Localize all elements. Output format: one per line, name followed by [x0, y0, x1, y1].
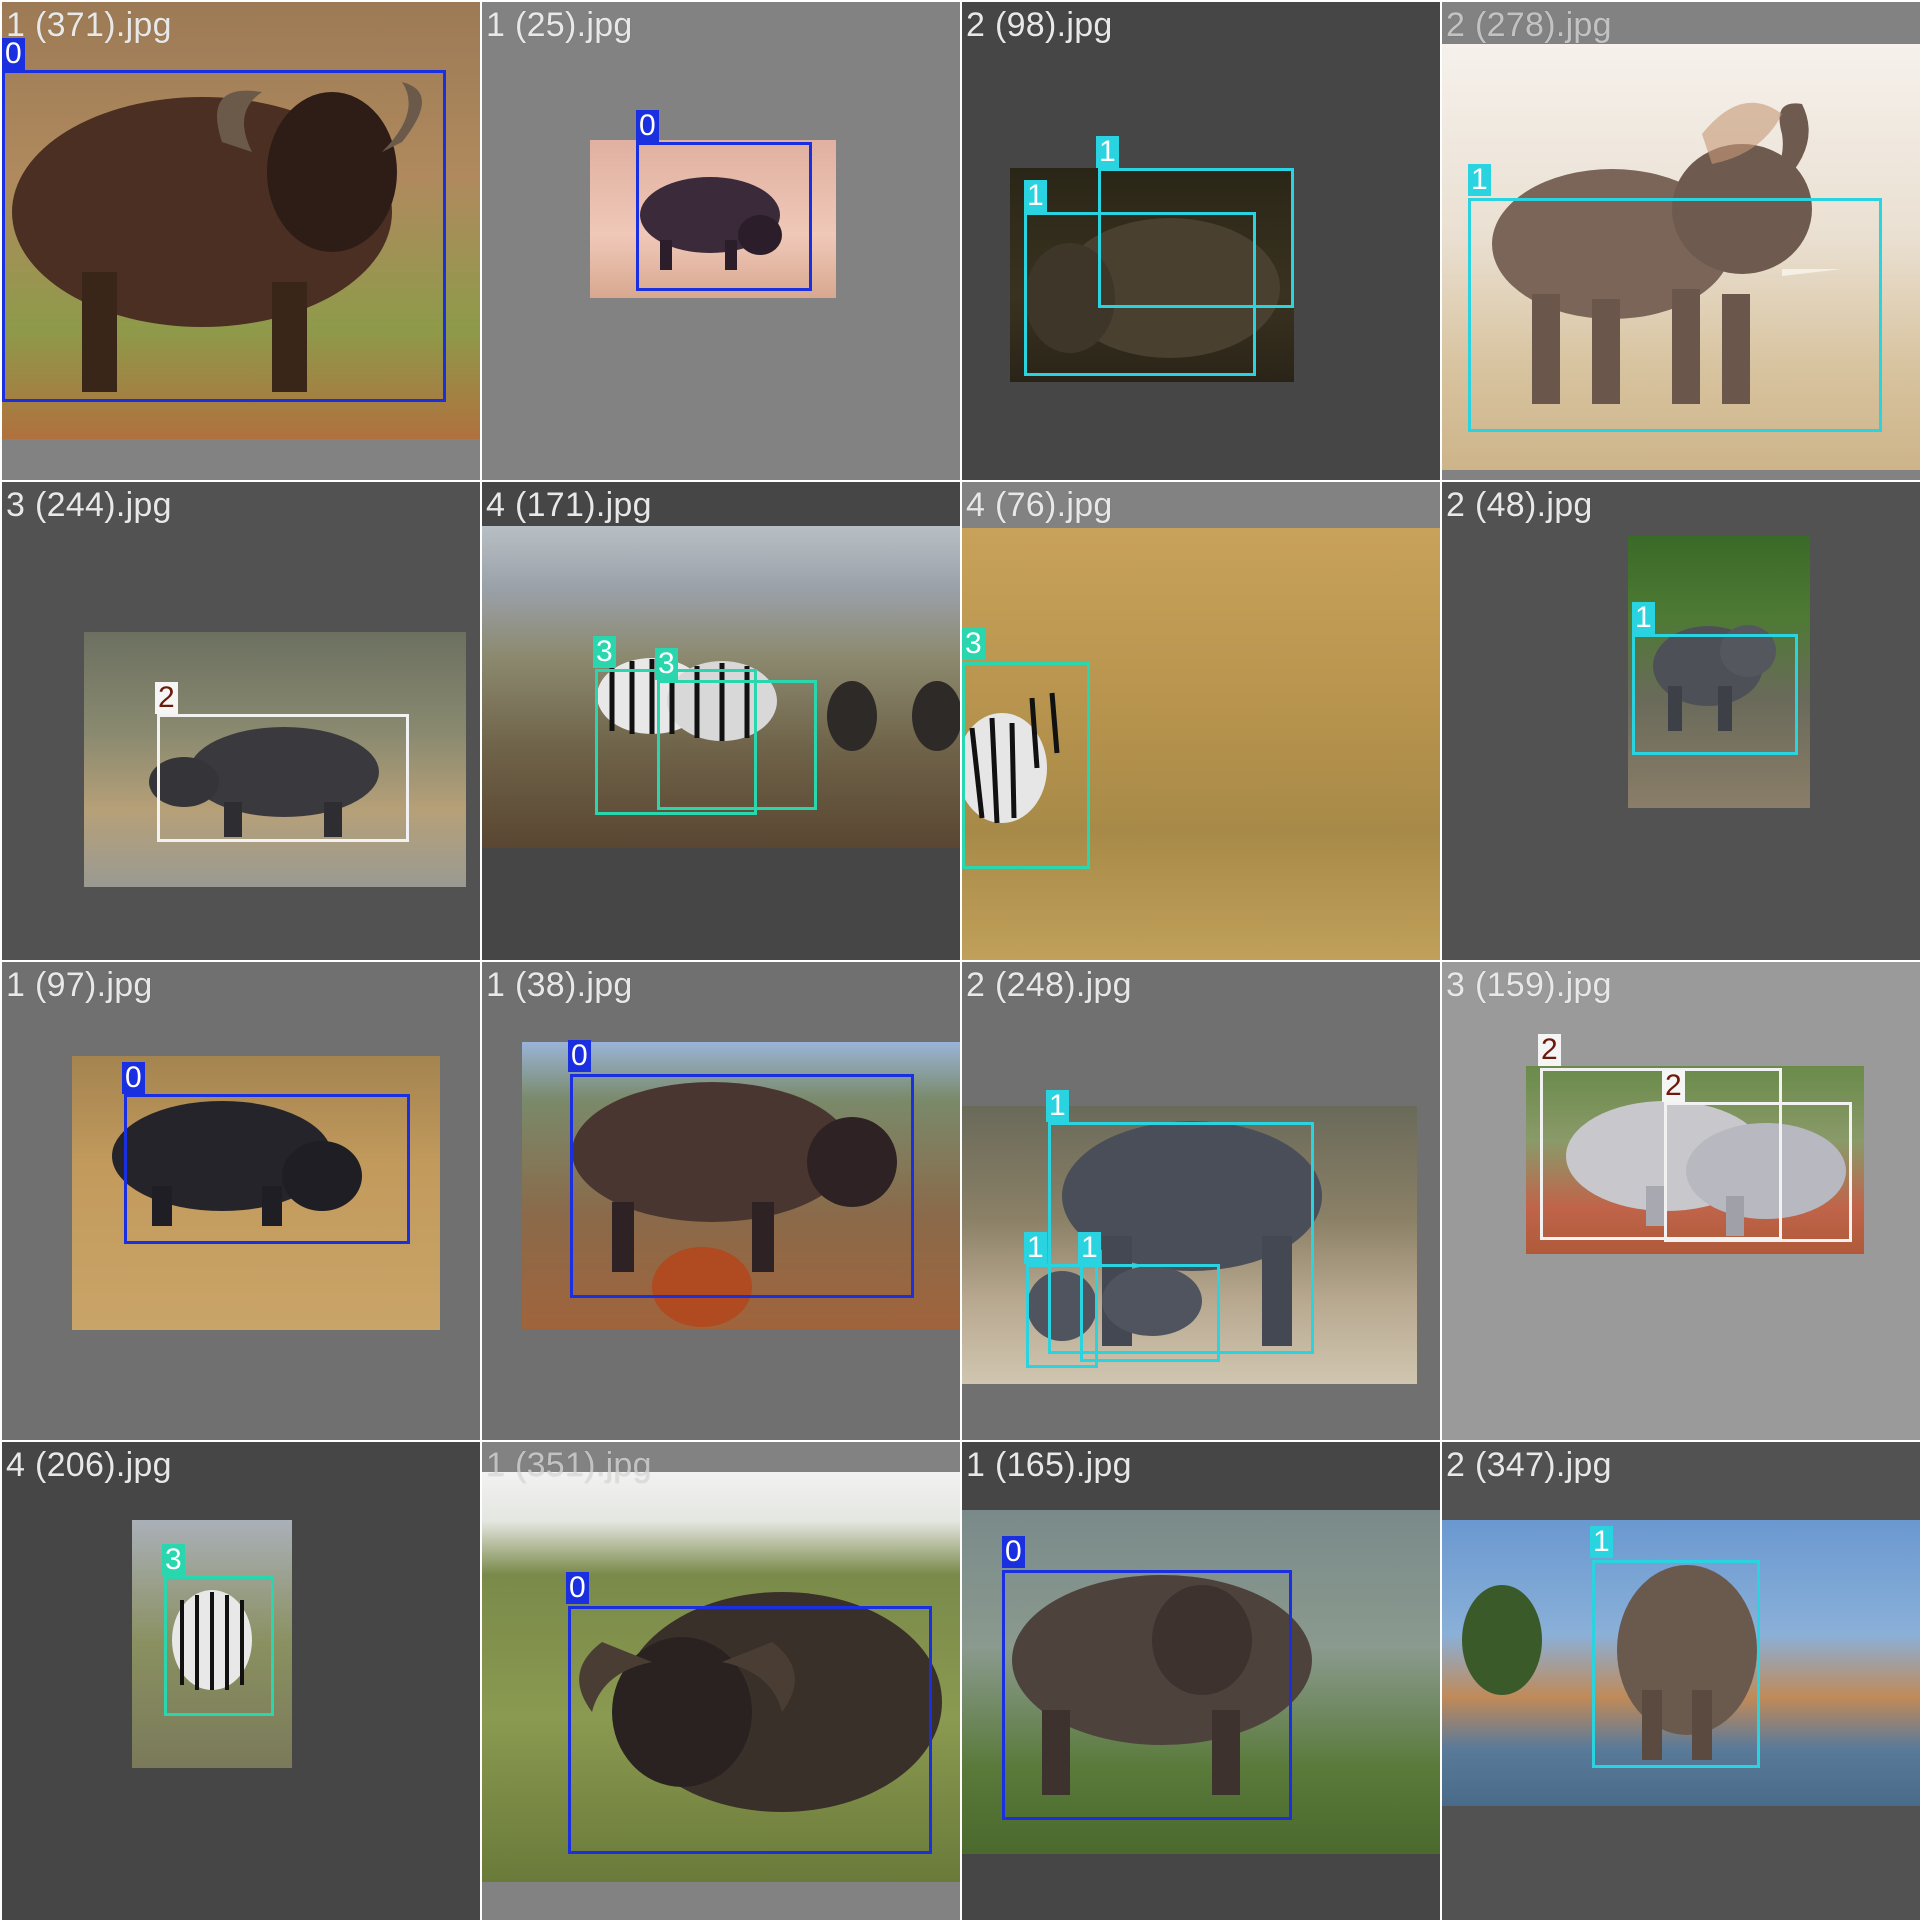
class-label: 3: [162, 1544, 185, 1576]
mosaic-tile[interactable]: 0 1 (38).jpg: [482, 962, 960, 1440]
class-label: 1: [1024, 180, 1047, 212]
class-label: 0: [566, 1572, 589, 1604]
bounding-box: [164, 1576, 274, 1716]
bounding-box: [124, 1094, 410, 1244]
class-label: 0: [122, 1062, 145, 1094]
class-label: 0: [568, 1040, 591, 1072]
bounding-box: [1468, 198, 1882, 432]
bounding-box: [570, 1074, 914, 1298]
class-label: 2: [155, 682, 178, 714]
image-filename: 2 (48).jpg: [1446, 486, 1593, 524]
bounding-box: [962, 662, 1090, 869]
image-filename: 2 (278).jpg: [1446, 6, 1612, 44]
mosaic-tile[interactable]: 1 2 (48).jpg: [1442, 482, 1920, 960]
bounding-box: [1632, 634, 1798, 755]
image-filename: 4 (206).jpg: [6, 1446, 172, 1484]
class-label: 1: [1468, 164, 1491, 196]
class-label: 2: [1538, 1034, 1561, 1066]
image-filename: 1 (38).jpg: [486, 966, 633, 1004]
bounding-box: [1024, 212, 1256, 376]
mosaic-tile[interactable]: 1 2 (347).jpg: [1442, 1442, 1920, 1920]
class-label: 1: [1632, 602, 1655, 634]
mosaic-tile[interactable]: 3 4 (206).jpg: [2, 1442, 480, 1920]
mosaic-tile[interactable]: 1 1 2 (98).jpg: [962, 2, 1440, 480]
mosaic-tile[interactable]: 3 3 4 (171).jpg: [482, 482, 960, 960]
image-filename: 1 (97).jpg: [6, 966, 153, 1004]
bounding-box: [1080, 1264, 1220, 1362]
class-label: 0: [1002, 1536, 1025, 1568]
class-label: 1: [1590, 1526, 1613, 1558]
image-filename: 2 (248).jpg: [966, 966, 1132, 1004]
bounding-box: [1664, 1102, 1852, 1242]
image-filename: 2 (347).jpg: [1446, 1446, 1612, 1484]
image-filename: 1 (371).jpg: [6, 6, 172, 44]
bounding-box: [568, 1606, 932, 1854]
mosaic-tile[interactable]: 2 2 3 (159).jpg: [1442, 962, 1920, 1440]
mosaic-tile[interactable]: 0 1 (165).jpg: [962, 1442, 1440, 1920]
mosaic-tile[interactable]: 3 4 (76).jpg: [962, 482, 1440, 960]
class-label: 3: [655, 648, 678, 680]
class-label: 3: [593, 636, 616, 668]
mosaic-tile[interactable]: 0 1 (351).jpg: [482, 1442, 960, 1920]
bounding-box: [1002, 1570, 1292, 1820]
bounding-box: [657, 680, 817, 810]
class-label: 3: [962, 628, 985, 660]
bounding-box: [2, 70, 446, 402]
image-filename: 3 (159).jpg: [1446, 966, 1612, 1004]
mosaic-tile[interactable]: 2 3 (244).jpg: [2, 482, 480, 960]
mosaic-tile[interactable]: 0 1 (97).jpg: [2, 962, 480, 1440]
class-label: 1: [1024, 1232, 1047, 1264]
class-label: 1: [1078, 1232, 1101, 1264]
class-label: 2: [1662, 1070, 1685, 1102]
detection-mosaic: 0 1 (371).jpg 0 1 (25).jpg 1 1 2 (98).jp…: [0, 0, 1920, 1920]
mosaic-tile[interactable]: 1 1 1 2 (248).jpg: [962, 962, 1440, 1440]
mosaic-tile[interactable]: 0 1 (25).jpg: [482, 2, 960, 480]
bounding-box: [157, 714, 409, 842]
image-filename: 2 (98).jpg: [966, 6, 1113, 44]
class-label: 0: [636, 110, 659, 142]
image-filename: 4 (76).jpg: [966, 486, 1113, 524]
bounding-box: [1592, 1560, 1760, 1768]
image-filename: 3 (244).jpg: [6, 486, 172, 524]
class-label: 1: [1096, 136, 1119, 168]
class-label: 1: [1046, 1090, 1069, 1122]
image-filename: 4 (171).jpg: [486, 486, 652, 524]
image-filename: 1 (165).jpg: [966, 1446, 1132, 1484]
mosaic-tile[interactable]: 1 2 (278).jpg: [1442, 2, 1920, 480]
bounding-box: [636, 142, 812, 291]
mosaic-tile[interactable]: 0 1 (371).jpg: [2, 2, 480, 480]
image-filename: 1 (25).jpg: [486, 6, 633, 44]
image-filename: 1 (351).jpg: [486, 1446, 652, 1484]
